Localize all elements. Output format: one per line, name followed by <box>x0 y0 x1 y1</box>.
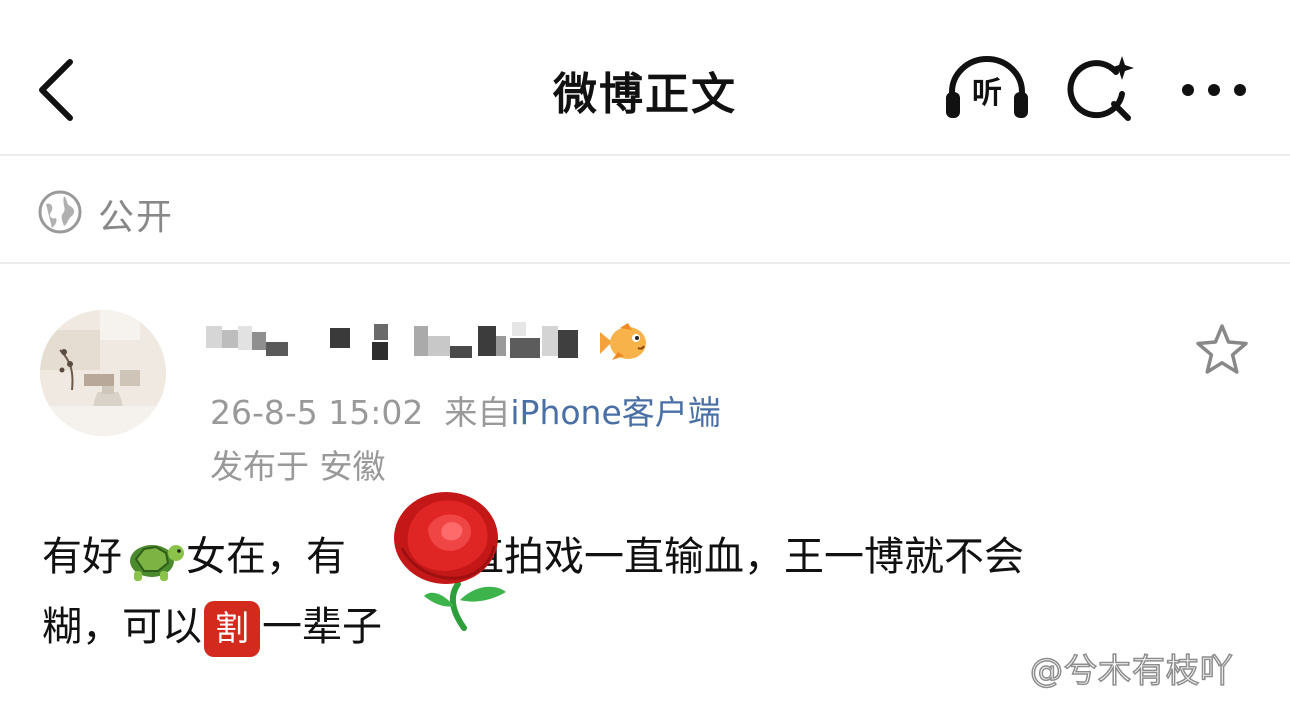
search-sparkle-icon <box>1067 56 1134 121</box>
globe-icon <box>38 190 82 234</box>
more-button[interactable] <box>1172 62 1256 118</box>
post-timestamp: 26-8-5 15:02 <box>210 393 424 432</box>
post-location: 发布于 安徽 <box>210 447 386 486</box>
fish-badge-icon <box>600 323 646 360</box>
more-dots-icon <box>1182 84 1246 96</box>
visibility-bar <box>0 158 1290 264</box>
listen-button[interactable]: 听 <box>942 52 1032 124</box>
top-navigation-bar: 微博正文 听 <box>0 0 1290 156</box>
turtle-emoji-icon <box>130 545 184 581</box>
source-prefix: 来自 <box>444 393 511 432</box>
favorite-button[interactable] <box>1192 320 1252 380</box>
source-client-link[interactable]: iPhone客户端 <box>510 393 720 432</box>
watermark: @兮木有枝吖 <box>1029 650 1234 691</box>
listen-label: 听 <box>972 76 1002 111</box>
visibility-label: 公开 <box>98 197 175 238</box>
avatar[interactable] <box>40 310 166 436</box>
search-button[interactable] <box>1064 52 1140 128</box>
cut-badge-emoji: 割 <box>204 601 260 657</box>
body-text-5: 一辈子 <box>262 604 382 650</box>
body-text-1: 有好 <box>42 534 122 580</box>
post-meta: 26-8-5 15:02 来自iPhone客户端 <box>210 386 721 434</box>
post-body: 有好 女在，有 一直拍戏一直输血，王一博就不会 糊，可以割一辈子 <box>42 522 1232 662</box>
star-icon <box>1196 324 1248 374</box>
rose-emoji-icon <box>394 492 506 631</box>
body-text-4: 糊，可以 <box>42 604 202 650</box>
body-text-2: 女在，有 <box>186 534 346 580</box>
username-blurred[interactable] <box>206 320 596 364</box>
